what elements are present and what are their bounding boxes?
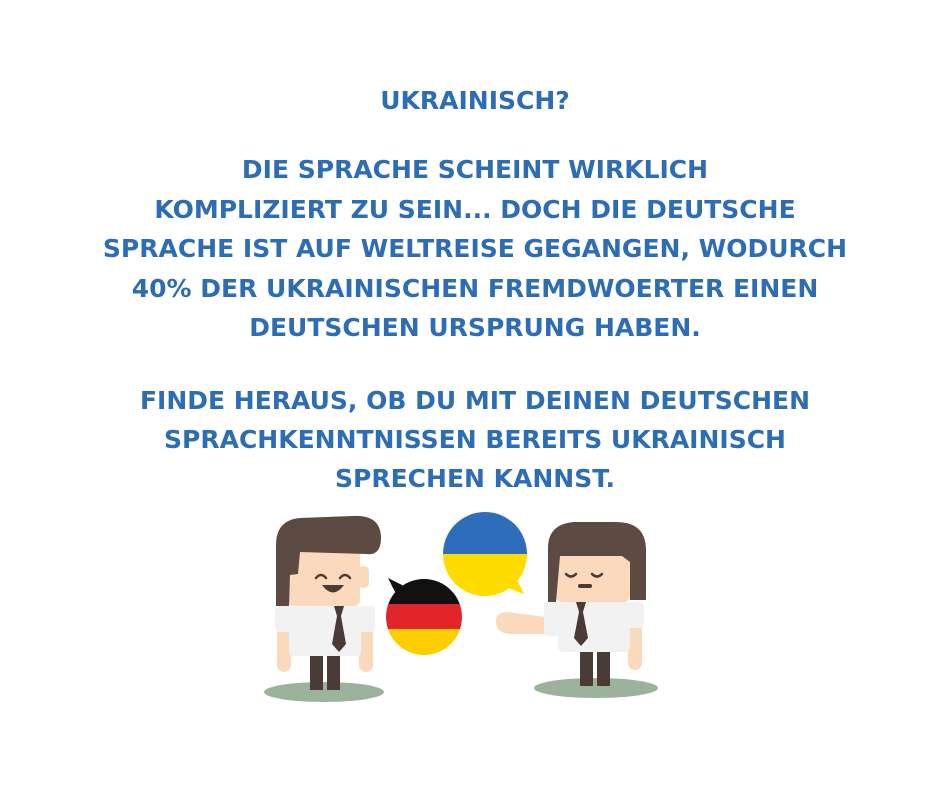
intro-line-2: kompliziert zu sein... Doch die deutsche [154,194,796,224]
ukrainian-flag-speech-bubble-icon [443,512,527,596]
conversation-illustration [264,512,658,702]
page-title: Ukrainisch? [0,84,950,118]
cta-line-1: Finde heraus, ob du mit deinen deutschen [139,386,811,415]
cta-line-2: Sprachkenntnissen bereits ukrainisch [164,425,786,454]
intro-line-3: Sprache ist auf Weltreise gegangen, wodu… [102,234,848,263]
intro-line-1: Die Sprache scheint wirklich [241,155,709,184]
intro-paragraph: Die Sprache scheint wirklich kompliziert… [0,150,950,348]
title-text: Ukrainisch? [380,86,570,115]
cta-line-3: sprechen kannst. [335,464,615,493]
call-to-action-paragraph: Finde heraus, ob du mit deinen deutschen… [0,381,950,498]
intro-line-5: deutschen Ursprung haben. [249,313,701,342]
german-flag-speech-bubble-icon [386,578,462,655]
intro-line-4: 40% der ukrainischen Fremdwoerter einen [131,273,819,303]
smiling-man-icon [264,515,384,702]
